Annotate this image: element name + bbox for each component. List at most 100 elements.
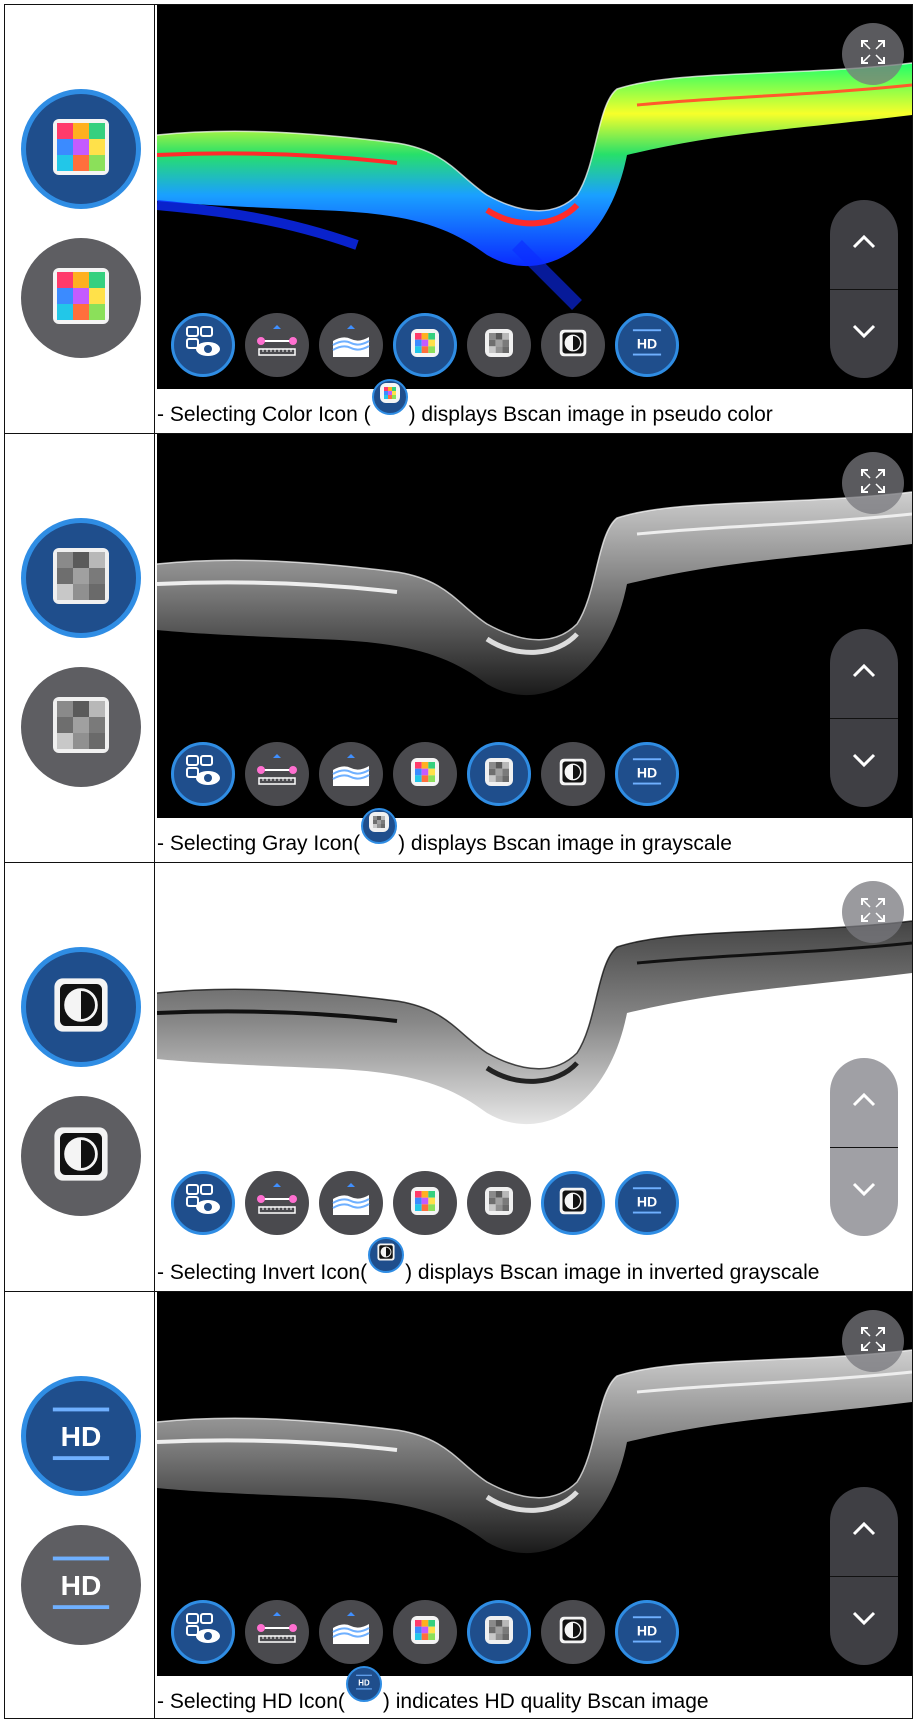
toolbar-gray-button[interactable] xyxy=(467,1600,531,1664)
color-icon xyxy=(53,267,109,329)
toolbar-invert-button[interactable] xyxy=(541,742,605,806)
next-scan-button[interactable] xyxy=(830,1147,898,1236)
expand-button[interactable] xyxy=(842,452,904,514)
hd-icon: HD xyxy=(631,328,663,362)
toolbar-color-button[interactable] xyxy=(393,1600,457,1664)
chevron-down-icon xyxy=(851,1610,877,1631)
hd-icon: HD xyxy=(49,1554,113,1617)
toolbar-eye-view-button[interactable] xyxy=(171,742,235,806)
invert-icon xyxy=(559,1187,587,1220)
toolbar-gray-button[interactable] xyxy=(467,313,531,377)
hd-button-unselected[interactable]: HD xyxy=(21,1525,141,1645)
color-button-unselected[interactable] xyxy=(21,238,141,358)
invert-button-selected[interactable] xyxy=(21,947,141,1067)
bscan-viewer[interactable]: HD xyxy=(157,434,912,818)
chevron-down-icon xyxy=(851,1181,877,1202)
gray-icon xyxy=(53,547,109,609)
caption-prefix: - Selecting Invert Icon( xyxy=(157,1261,368,1284)
eye-view-icon xyxy=(183,752,223,797)
gray-button-unselected[interactable] xyxy=(21,667,141,787)
caliper-icon xyxy=(255,1610,299,1655)
svg-text:HD: HD xyxy=(637,1194,657,1210)
toolbar-caliper-button[interactable] xyxy=(245,1600,309,1664)
caption-prefix: - Selecting Color Icon ( xyxy=(157,403,371,426)
previous-scan-button[interactable] xyxy=(830,200,898,290)
toolbar-color-button[interactable] xyxy=(393,742,457,806)
toolbar-hd-button[interactable]: HD xyxy=(615,313,679,377)
toolbar-eye-view-button[interactable] xyxy=(171,313,235,377)
gray-button-selected[interactable] xyxy=(21,518,141,638)
svg-text:HD: HD xyxy=(637,336,657,352)
bscan-viewer[interactable]: HD xyxy=(157,863,912,1247)
caption-text: ) displays Bscan image in inverted grays… xyxy=(405,1261,820,1284)
layers-icon xyxy=(329,752,373,797)
toolbar-layers-button[interactable] xyxy=(319,1171,383,1235)
toolbar-caliper-button[interactable] xyxy=(245,1171,309,1235)
color-icon xyxy=(411,1186,439,1220)
svg-text:HD: HD xyxy=(358,1678,370,1687)
eye-view-icon xyxy=(183,323,223,368)
hd-icon: HD xyxy=(631,757,663,791)
toolbar-eye-view-button[interactable] xyxy=(171,1171,235,1235)
eye-view-icon xyxy=(183,1181,223,1226)
color-icon xyxy=(411,757,439,791)
chevron-up-icon xyxy=(851,663,877,684)
gray-icon xyxy=(485,757,513,791)
expand-button[interactable] xyxy=(842,23,904,85)
caption: - Selecting Invert Icon( ) displays Bscan… xyxy=(157,1237,912,1291)
chevron-down-icon xyxy=(851,752,877,773)
expand-button[interactable] xyxy=(842,881,904,943)
previous-scan-button[interactable] xyxy=(830,1058,898,1148)
chevron-down-icon xyxy=(851,323,877,344)
bscan-viewer[interactable]: HD xyxy=(157,5,912,389)
toolbar-gray-button[interactable] xyxy=(467,1171,531,1235)
toolbar-invert-button[interactable] xyxy=(541,1171,605,1235)
caption-gray-icon xyxy=(361,808,398,844)
toolbar-invert-button[interactable] xyxy=(541,313,605,377)
toolbar-caliper-button[interactable] xyxy=(245,313,309,377)
invert-icon xyxy=(53,977,109,1038)
toolbar-layers-button[interactable] xyxy=(319,313,383,377)
hd-icon: HD xyxy=(631,1615,663,1649)
toolbar-caliper-button[interactable] xyxy=(245,742,309,806)
expand-button[interactable] xyxy=(842,1310,904,1372)
toolbar-layers-button[interactable] xyxy=(319,1600,383,1664)
caliper-icon xyxy=(255,323,299,368)
color-icon xyxy=(411,328,439,362)
toolbar-color-button[interactable] xyxy=(393,1171,457,1235)
previous-scan-button[interactable] xyxy=(830,1487,898,1577)
expand-icon xyxy=(858,1324,888,1359)
caption-prefix: - Selecting Gray Icon( xyxy=(157,832,361,855)
color-button-selected[interactable] xyxy=(21,89,141,209)
eye-view-icon xyxy=(183,1610,223,1655)
toolbar-eye-view-button[interactable] xyxy=(171,1600,235,1664)
caliper-icon xyxy=(255,752,299,797)
next-scan-button[interactable] xyxy=(830,718,898,807)
caption-text: ) indicates HD quality Bscan image xyxy=(382,1690,709,1713)
toolbar-layers-button[interactable] xyxy=(319,742,383,806)
invert-button-unselected[interactable] xyxy=(21,1096,141,1216)
caption-prefix: - Selecting HD Icon( xyxy=(157,1690,345,1713)
previous-scan-button[interactable] xyxy=(830,629,898,719)
scan-navigation xyxy=(830,1058,898,1236)
panel-invert: HD - Selecting Invert Icon( ) displays Bsc… xyxy=(4,862,913,1292)
toolbar-invert-button[interactable] xyxy=(541,1600,605,1664)
scan-navigation xyxy=(830,1487,898,1665)
toolbar-color-button[interactable] xyxy=(393,313,457,377)
toolbar-gray-button[interactable] xyxy=(467,742,531,806)
panel-color: HD - Selecting Color Icon () displays Bsc… xyxy=(4,4,913,434)
bscan-viewer[interactable]: HD xyxy=(157,1292,912,1676)
color-icon xyxy=(411,1615,439,1649)
next-scan-button[interactable] xyxy=(830,1576,898,1665)
invert-icon xyxy=(53,1126,109,1187)
caliper-icon xyxy=(255,1181,299,1226)
toolbar-hd-button[interactable]: HD xyxy=(615,742,679,806)
next-scan-button[interactable] xyxy=(830,289,898,378)
scan-navigation xyxy=(830,200,898,378)
hd-button-selected[interactable]: HD xyxy=(21,1376,141,1496)
toolbar-hd-button[interactable]: HD xyxy=(615,1600,679,1664)
toolbar-hd-button[interactable]: HD xyxy=(615,1171,679,1235)
hd-icon: HD xyxy=(49,1405,113,1468)
gray-icon xyxy=(485,1615,513,1649)
large-icon-column: HD HD xyxy=(5,1292,155,1718)
